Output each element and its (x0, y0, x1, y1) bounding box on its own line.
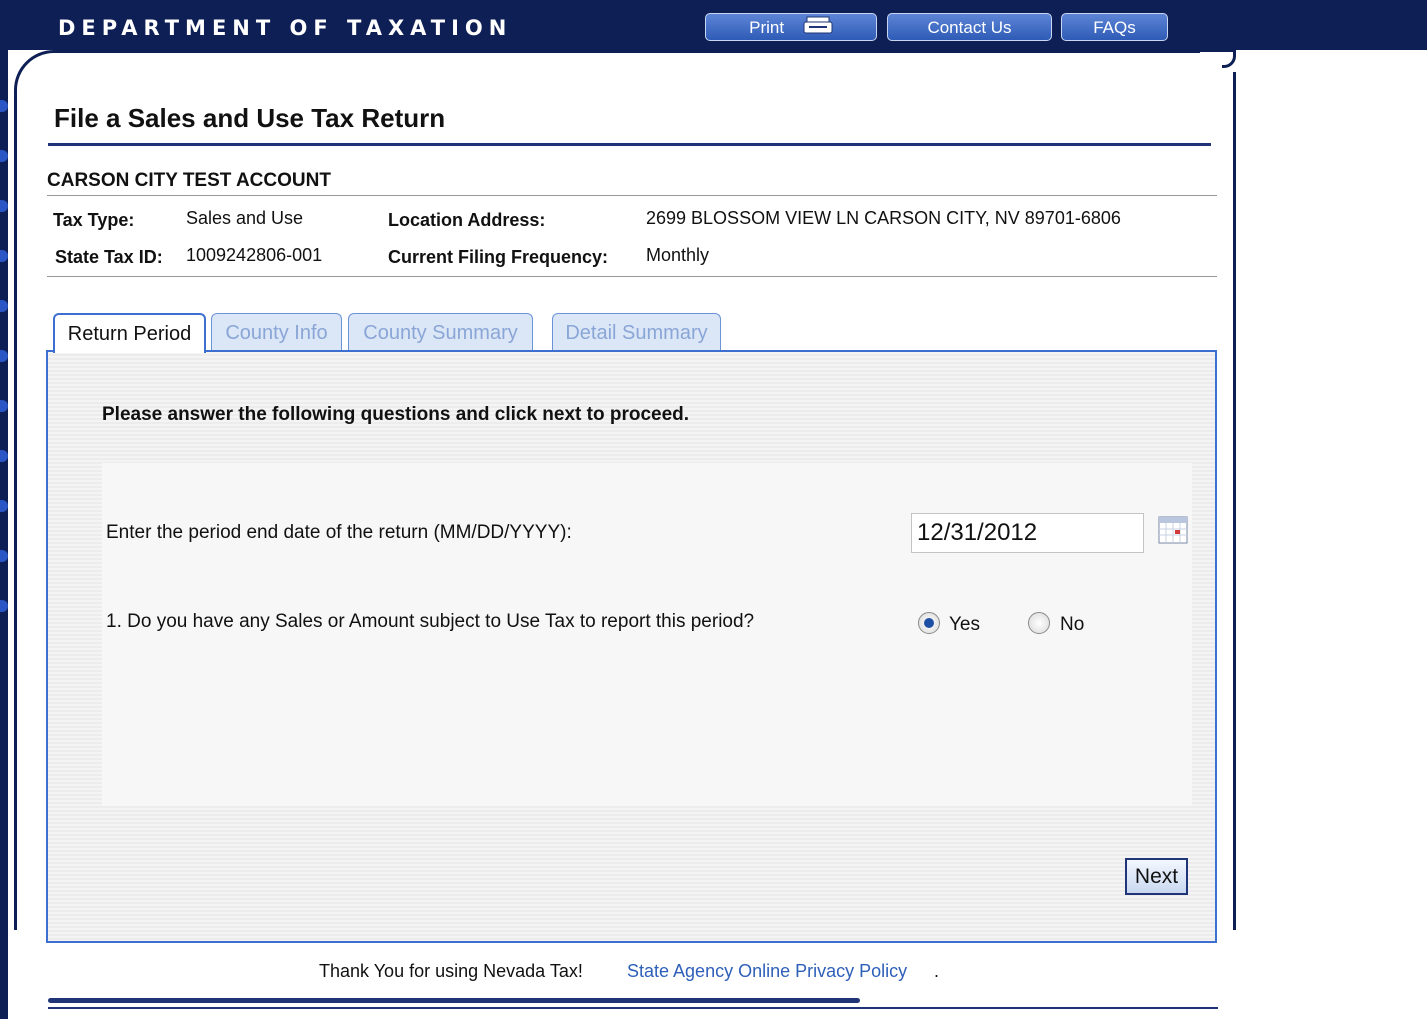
left-decorative-strip (0, 50, 8, 1019)
tax-type-label: Tax Type: (53, 210, 135, 230)
account-name: CARSON CITY TEST ACCOUNT (47, 170, 331, 191)
tab-county-summary[interactable]: County Summary (348, 313, 533, 351)
title-divider (48, 143, 1211, 146)
print-button[interactable]: Print (705, 13, 877, 41)
no-radio[interactable] (1028, 612, 1050, 634)
filing-frequency-value: Monthly (646, 245, 710, 265)
form-instruction: Please answer the following questions an… (102, 404, 690, 425)
print-button-label: Print (749, 18, 785, 37)
faqs-button[interactable]: FAQs (1061, 13, 1168, 41)
no-radio-label[interactable]: No (1060, 614, 1084, 636)
footer-divider (48, 1007, 1218, 1009)
yes-radio-label[interactable]: Yes (949, 614, 980, 636)
next-button[interactable]: Next (1125, 858, 1188, 895)
footer-period: . (934, 961, 940, 981)
yes-radio[interactable] (918, 612, 940, 634)
tab-county-info[interactable]: County Info (211, 313, 342, 351)
tab-detail-summary[interactable]: Detail Summary (552, 313, 721, 351)
divider (47, 276, 1217, 277)
contact-us-button[interactable]: Contact Us (887, 13, 1052, 41)
period-end-date-label: Enter the period end date of the return … (106, 522, 572, 543)
sales-question: 1. Do you have any Sales or Amount subje… (106, 611, 755, 632)
footer-divider (48, 998, 860, 1003)
radio-selected-dot (924, 618, 934, 628)
page-title: File a Sales and Use Tax Return (54, 103, 446, 133)
divider (47, 195, 1217, 196)
site-title: DEPARTMENT OF TAXATION (58, 16, 513, 40)
footer-thanks: Thank You for using Nevada Tax! (319, 961, 583, 981)
printer-icon (803, 15, 833, 42)
tab-return-period[interactable]: Return Period (53, 313, 206, 353)
filing-frequency-label: Current Filing Frequency: (388, 247, 609, 267)
tax-type-value: Sales and Use (186, 208, 304, 228)
period-end-date-input[interactable] (911, 513, 1144, 553)
state-tax-id-value: 1009242806-001 (186, 245, 323, 265)
header-bar: DEPARTMENT OF TAXATION Print Contact Us … (0, 0, 1427, 50)
privacy-policy-link[interactable]: State Agency Online Privacy Policy (627, 961, 907, 982)
calendar-icon[interactable] (1158, 515, 1188, 545)
location-address-value: 2699 BLOSSOM VIEW LN CARSON CITY, NV 897… (646, 208, 1121, 228)
state-tax-id-label: State Tax ID: (55, 247, 163, 267)
location-address-label: Location Address: (388, 210, 546, 230)
